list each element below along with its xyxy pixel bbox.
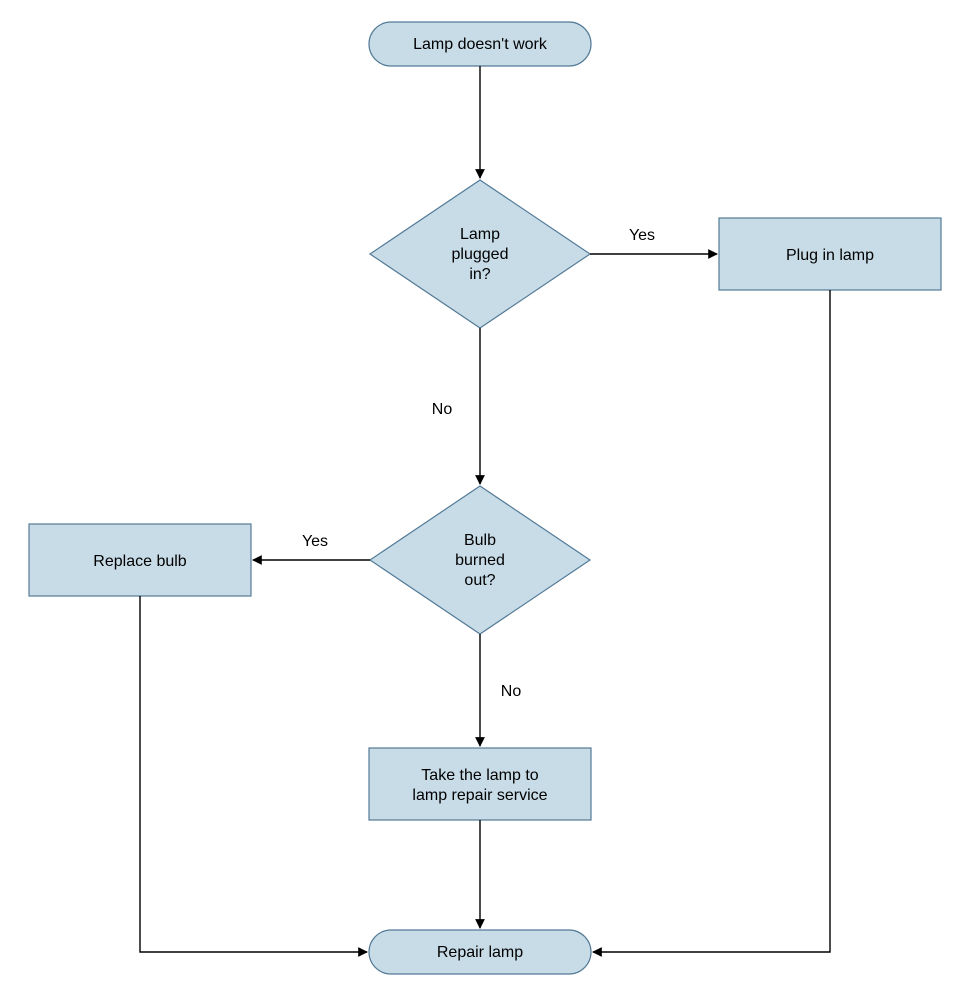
node-plugin-label: Plug in lamp	[786, 247, 874, 264]
node-plugin: Plug in lamp	[719, 218, 941, 290]
node-burned-line2: burned	[455, 552, 505, 569]
edge-replace-end	[140, 596, 367, 952]
node-start: Lamp doesn't work	[369, 22, 591, 66]
node-service-line2: lamp repair service	[412, 787, 547, 804]
node-plugged-line1: Lamp	[460, 226, 500, 243]
edge-label-plugged-yes: Yes	[629, 227, 655, 244]
node-plugged-decision: Lamp plugged in?	[370, 180, 590, 328]
edge-label-burned-no: No	[501, 683, 522, 700]
node-end: Repair lamp	[369, 930, 591, 974]
flowchart-canvas: Lamp doesn't work Lamp plugged in? Plug …	[0, 0, 967, 998]
node-service: Take the lamp to lamp repair service	[369, 748, 591, 820]
node-start-label: Lamp doesn't work	[413, 36, 548, 53]
node-replace: Replace bulb	[29, 524, 251, 596]
node-end-label: Repair lamp	[437, 944, 523, 961]
edge-plugin-end	[593, 290, 830, 952]
node-service-line1: Take the lamp to	[421, 767, 539, 784]
node-replace-label: Replace bulb	[93, 553, 187, 570]
node-burned-line3: out?	[464, 572, 495, 589]
node-plugged-line3: in?	[469, 266, 490, 283]
edge-label-plugged-no: No	[432, 401, 453, 418]
edge-label-burned-yes: Yes	[302, 533, 328, 550]
node-burned-line1: Bulb	[464, 532, 496, 549]
node-burned-decision: Bulb burned out?	[370, 486, 590, 634]
node-plugged-line2: plugged	[452, 246, 509, 263]
